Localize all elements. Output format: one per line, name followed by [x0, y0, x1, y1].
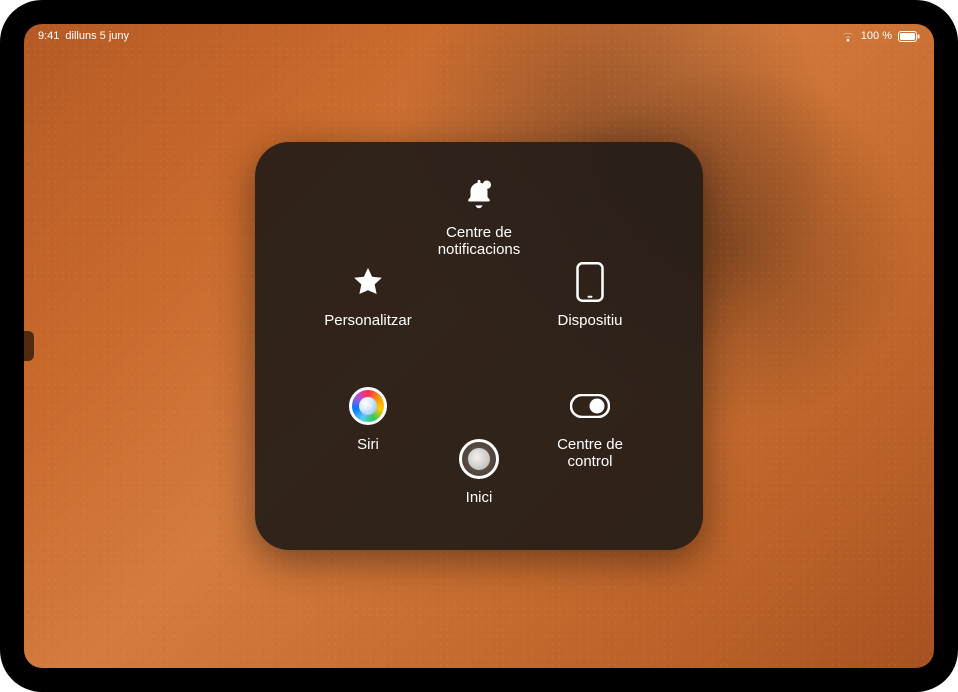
status-bar-left: 9:41 dilluns 5 juny [38, 30, 129, 42]
star-icon [346, 260, 390, 304]
wifi-icon [841, 31, 855, 42]
menu-item-label: Inici [466, 489, 493, 506]
status-bar: 9:41 dilluns 5 juny 100 % [24, 24, 934, 48]
menu-item-device[interactable]: Dispositiu [525, 260, 655, 329]
menu-item-notification-center[interactable]: Centre denotificacions [414, 172, 544, 259]
menu-item-customize[interactable]: Personalitzar [303, 260, 433, 329]
status-date: dilluns 5 juny [65, 30, 129, 42]
battery-full-icon [898, 31, 920, 42]
toggle-icon [568, 384, 612, 428]
status-time: 9:41 [38, 30, 59, 42]
menu-item-label: Siri [357, 436, 379, 453]
screen-wallpaper[interactable]: 9:41 dilluns 5 juny 100 % [24, 24, 934, 668]
ipad-frame: 9:41 dilluns 5 juny 100 % [0, 0, 958, 692]
home-button-icon [457, 437, 501, 481]
menu-item-label: Centre decontrol [557, 436, 623, 471]
status-battery-text: 100 % [861, 30, 892, 42]
menu-item-home[interactable]: Inici [414, 437, 544, 506]
bell-badge-icon [457, 172, 501, 216]
menu-item-label: Dispositiu [557, 312, 622, 329]
menu-item-label: Centre denotificacions [438, 224, 521, 259]
menu-item-label: Personalitzar [324, 312, 412, 329]
menu-item-control-center[interactable]: Centre decontrol [525, 384, 655, 471]
siri-icon [346, 384, 390, 428]
assistivetouch-nubbin[interactable] [24, 331, 34, 361]
ipad-icon [568, 260, 612, 304]
assistivetouch-menu: Centre denotificacions Personalitzar Dis… [255, 142, 703, 550]
status-bar-right: 100 % [841, 30, 920, 42]
